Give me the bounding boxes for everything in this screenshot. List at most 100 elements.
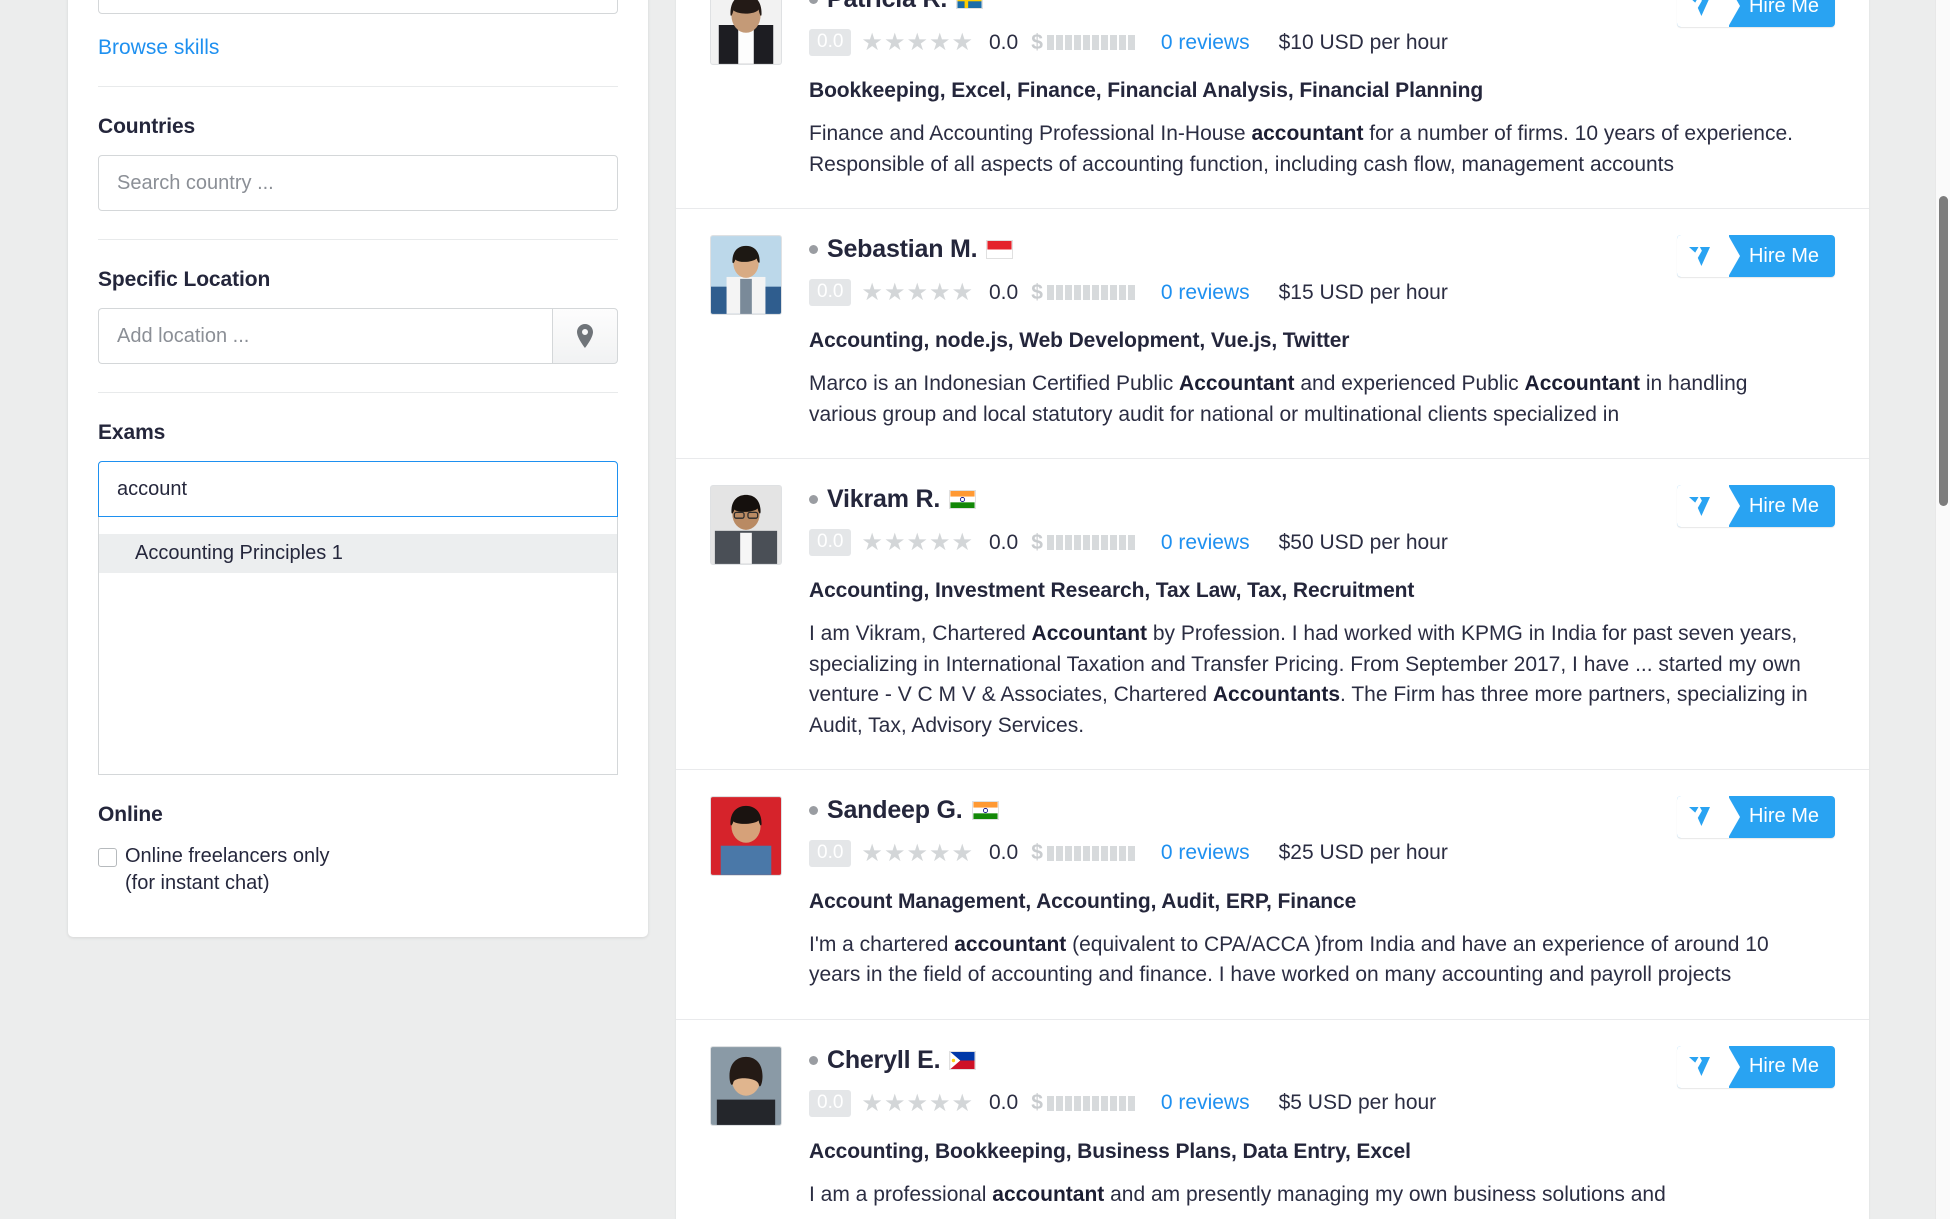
skills-input-partial[interactable] — [98, 0, 618, 14]
avatar[interactable] — [710, 1045, 782, 1126]
freelancer-results-panel: expertise is in tax compliance, however,… — [676, 0, 1869, 1219]
dollar-icon: $ — [1031, 30, 1043, 54]
earnings-meter — [1046, 1095, 1135, 1111]
online-filter: Online Online freelancers only (for inst… — [98, 775, 618, 937]
freelancer-skills: Account Management, Accounting, Audit, E… — [809, 889, 1357, 913]
freelancer-card[interactable]: Sandeep G. 0.0 ★★★★★ 0.0 $0 reviews $25 USD p… — [676, 770, 1869, 1020]
online-status-indicator — [809, 245, 818, 255]
freelancer-card[interactable]: Sebastian M. 0.0 ★★★★★ 0.0 $0 reviews $15 USD… — [676, 209, 1869, 460]
hourly-rate: $50 USD per hour — [1278, 530, 1448, 554]
online-only-label-line2: (for instant chat) — [125, 872, 270, 894]
freelancer-meta-row: 0.0 ★★★★★ 0.0 $0 reviews $15 USD per hour — [809, 278, 1835, 307]
rating-value: 0.0 — [989, 30, 1019, 54]
avatar[interactable] — [710, 795, 782, 876]
hourly-rate: $15 USD per hour — [1278, 280, 1448, 304]
map-pin-icon — [577, 324, 594, 348]
score-badge: 0.0 — [809, 1089, 852, 1117]
score-badge: 0.0 — [809, 839, 852, 867]
star-rating-icon: ★★★★★ — [861, 529, 974, 557]
exam-search-input[interactable] — [98, 461, 618, 517]
indonesia-flag — [986, 240, 1014, 260]
freelancer-logo-icon — [1676, 485, 1740, 528]
freelancer-description: Finance and Accounting Professional In-H… — [809, 122, 1793, 176]
countries-label: Countries — [98, 115, 196, 138]
earnings-meter — [1046, 35, 1135, 51]
online-status-indicator — [809, 0, 818, 5]
browse-skills-link[interactable]: Browse skills — [98, 14, 618, 86]
hire-me-button[interactable]: Hire Me — [1676, 1045, 1835, 1088]
online-label: Online — [98, 803, 163, 826]
dollar-icon: $ — [1031, 841, 1043, 865]
rating-value: 0.0 — [989, 280, 1019, 304]
hourly-rate: $10 USD per hour — [1278, 30, 1448, 54]
india-flag — [971, 800, 999, 820]
star-rating-icon: ★★★★★ — [861, 839, 974, 867]
freelancer-skills: Bookkeeping, Excel, Finance, Financial A… — [809, 79, 1484, 103]
india-flag — [949, 490, 977, 510]
freelancer-logo-icon — [1676, 1045, 1740, 1088]
online-status-indicator — [809, 1055, 818, 1065]
star-rating-icon: ★★★★★ — [861, 29, 974, 57]
freelancer-meta-row: 0.0 ★★★★★ 0.0 $0 reviews $10 USD per hour — [809, 28, 1835, 57]
freelancer-name[interactable]: Cheryll E. — [827, 1046, 941, 1075]
exam-option[interactable]: Accounting Principles 1 — [99, 534, 617, 573]
hire-me-button[interactable]: Hire Me — [1676, 485, 1835, 528]
browser-scrollbar-thumb[interactable] — [1939, 196, 1948, 506]
freelancer-card[interactable]: Patricia R. 0.0 ★★★★★ 0.0 $0 reviews $10 USD … — [676, 0, 1869, 210]
location-input[interactable] — [98, 308, 553, 364]
freelancer-description: I am a professional accountant and am pr… — [809, 1182, 1666, 1206]
reviews-link[interactable]: 0 reviews — [1161, 31, 1250, 55]
score-badge: 0.0 — [809, 29, 852, 57]
freelancer-name[interactable]: Sandeep G. — [827, 796, 963, 825]
reviews-link[interactable]: 0 reviews — [1161, 841, 1250, 865]
online-status-indicator — [809, 805, 818, 815]
online-only-label-line1: Online freelancers only — [125, 845, 330, 867]
freelancer-name[interactable]: Sebastian M. — [827, 235, 978, 264]
exams-label: Exams — [98, 421, 166, 444]
rating-value: 0.0 — [989, 841, 1019, 865]
filters-sidebar: Browse skills Countries Specific Locatio… — [68, 0, 648, 937]
hire-me-button[interactable]: Hire Me — [1676, 235, 1835, 278]
freelancer-skills: Accounting, node.js, Web Development, Vu… — [809, 329, 1350, 353]
freelancer-card[interactable]: Cheryll E. 0.0 ★★★★★ 0.0 $0 reviews $5 USD pe… — [676, 1020, 1869, 1219]
freelancer-name[interactable]: Vikram R. — [827, 485, 940, 514]
earnings-meter — [1046, 845, 1135, 861]
earnings-meter — [1046, 285, 1135, 301]
hire-me-label: Hire Me — [1748, 0, 1819, 17]
freelancer-description: Marco is an Indonesian Certified Public … — [809, 372, 1748, 426]
star-rating-icon: ★★★★★ — [861, 279, 974, 307]
rating-value: 0.0 — [989, 530, 1019, 554]
reviews-link[interactable]: 0 reviews — [1161, 531, 1250, 555]
freelancer-skills: Accounting, Bookkeeping, Business Plans,… — [809, 1139, 1411, 1163]
avatar[interactable] — [710, 235, 782, 316]
hire-me-label: Hire Me — [1748, 244, 1819, 267]
earnings-meter — [1046, 535, 1135, 551]
freelancer-meta-row: 0.0 ★★★★★ 0.0 $0 reviews $50 USD per hour — [809, 528, 1835, 557]
freelancer-meta-row: 0.0 ★★★★★ 0.0 $0 reviews $5 USD per hour — [809, 1089, 1835, 1118]
hire-me-button[interactable]: Hire Me — [1676, 795, 1835, 838]
detect-location-button[interactable] — [552, 308, 618, 364]
country-search-input[interactable] — [98, 155, 618, 211]
freelancer-meta-row: 0.0 ★★★★★ 0.0 $0 reviews $25 USD per hour — [809, 839, 1835, 868]
hire-me-button[interactable]: Hire Me — [1676, 0, 1835, 28]
online-only-checkbox[interactable] — [98, 848, 117, 867]
freelancer-skills: Accounting, Investment Research, Tax Law… — [809, 579, 1415, 603]
dollar-icon: $ — [1031, 1091, 1043, 1115]
avatar[interactable] — [710, 0, 782, 66]
freelancer-card[interactable]: Vikram R. 0.0 ★★★★★ 0.0 $0 reviews $50 USD pe… — [676, 459, 1869, 770]
reviews-link[interactable]: 0 reviews — [1161, 1091, 1250, 1115]
reviews-link[interactable]: 0 reviews — [1161, 281, 1250, 305]
hire-me-label: Hire Me — [1748, 494, 1819, 517]
avatar[interactable] — [710, 485, 782, 566]
freelancer-description: I'm a chartered accountant (equivalent t… — [809, 932, 1769, 987]
browser-vertical-scrollbar[interactable] — [1935, 0, 1950, 1219]
dollar-icon: $ — [1031, 530, 1043, 554]
online-only-label: Online freelancers only (for instant cha… — [125, 843, 330, 897]
hourly-rate: $5 USD per hour — [1278, 1091, 1437, 1115]
freelancer-description: I am Vikram, Chartered Accountant by Pro… — [809, 622, 1808, 737]
freelancer-logo-icon — [1676, 795, 1740, 838]
online-status-indicator — [809, 495, 818, 505]
exam-suggestions-dropdown[interactable]: Accounting Principles 1 — [98, 517, 618, 775]
specific-location-filter: Specific Location — [98, 240, 618, 392]
freelancer-name[interactable]: Patricia R. — [827, 0, 947, 14]
